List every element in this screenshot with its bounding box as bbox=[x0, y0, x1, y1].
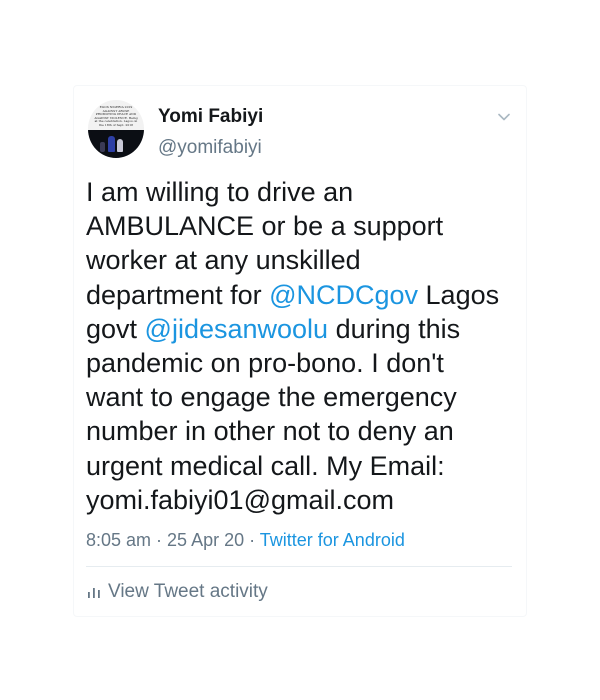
tweet-date[interactable]: 25 Apr 20 bbox=[167, 530, 244, 550]
tweet-meta: 8:05 am · 25 Apr 20 · Twitter for Androi… bbox=[86, 530, 405, 551]
bar-chart-icon bbox=[86, 584, 102, 600]
tweet-text-segment: department for bbox=[86, 279, 270, 310]
tweet-text-segment: worker at any unskilled bbox=[86, 245, 361, 276]
tweet-time[interactable]: 8:05 am bbox=[86, 530, 151, 550]
tweet-text-segment: urgent medical call. My Email: bbox=[86, 450, 445, 481]
divider bbox=[86, 566, 512, 567]
tweet-text-segment: Lagos bbox=[418, 279, 500, 310]
tweet-text-segment: I am willing to drive an bbox=[86, 177, 354, 207]
tweet-text: I am willing to drive an AMBULANCE or be … bbox=[86, 175, 506, 517]
avatar-photo bbox=[88, 130, 144, 158]
avatar-caption: EGOS NIGERIA 2019 AGAINST ABUSE PROMOTIN… bbox=[94, 105, 138, 127]
tweet-text-segment: want to engage the emergency bbox=[86, 382, 457, 413]
tweet-text-segment: AMBULANCE or be a support bbox=[86, 211, 444, 242]
avatar-figure bbox=[117, 139, 123, 152]
mention-link[interactable]: @jidesanwoolu bbox=[145, 314, 329, 344]
tweet-source-link[interactable]: Twitter for Android bbox=[260, 530, 405, 550]
mention-link[interactable]: @NCDCgov bbox=[269, 280, 418, 310]
tweet-text-segment: number in other not to deny an bbox=[86, 416, 454, 447]
meta-separator: · bbox=[151, 530, 168, 550]
view-tweet-activity-button[interactable]: View Tweet activity bbox=[86, 581, 268, 603]
author-handle[interactable]: @yomifabiyi bbox=[158, 137, 262, 159]
meta-separator: · bbox=[244, 530, 260, 550]
tweet-text-segment: during this bbox=[328, 313, 461, 344]
avatar-figure bbox=[108, 136, 115, 152]
author-display-name[interactable]: Yomi Fabiyi bbox=[158, 106, 263, 128]
chevron-down-icon[interactable] bbox=[497, 110, 511, 124]
avatar-figure bbox=[100, 142, 105, 152]
avatar[interactable]: EGOS NIGERIA 2019 AGAINST ABUSE PROMOTIN… bbox=[88, 100, 144, 158]
tweet-text-segment: pandemic on pro-bono. I don't bbox=[86, 348, 444, 379]
tweet-text-segment: govt bbox=[86, 313, 145, 344]
view-tweet-activity-label: View Tweet activity bbox=[108, 581, 268, 602]
tweet-text-segment: yomi.fabiyi01@gmail.com bbox=[86, 484, 395, 515]
